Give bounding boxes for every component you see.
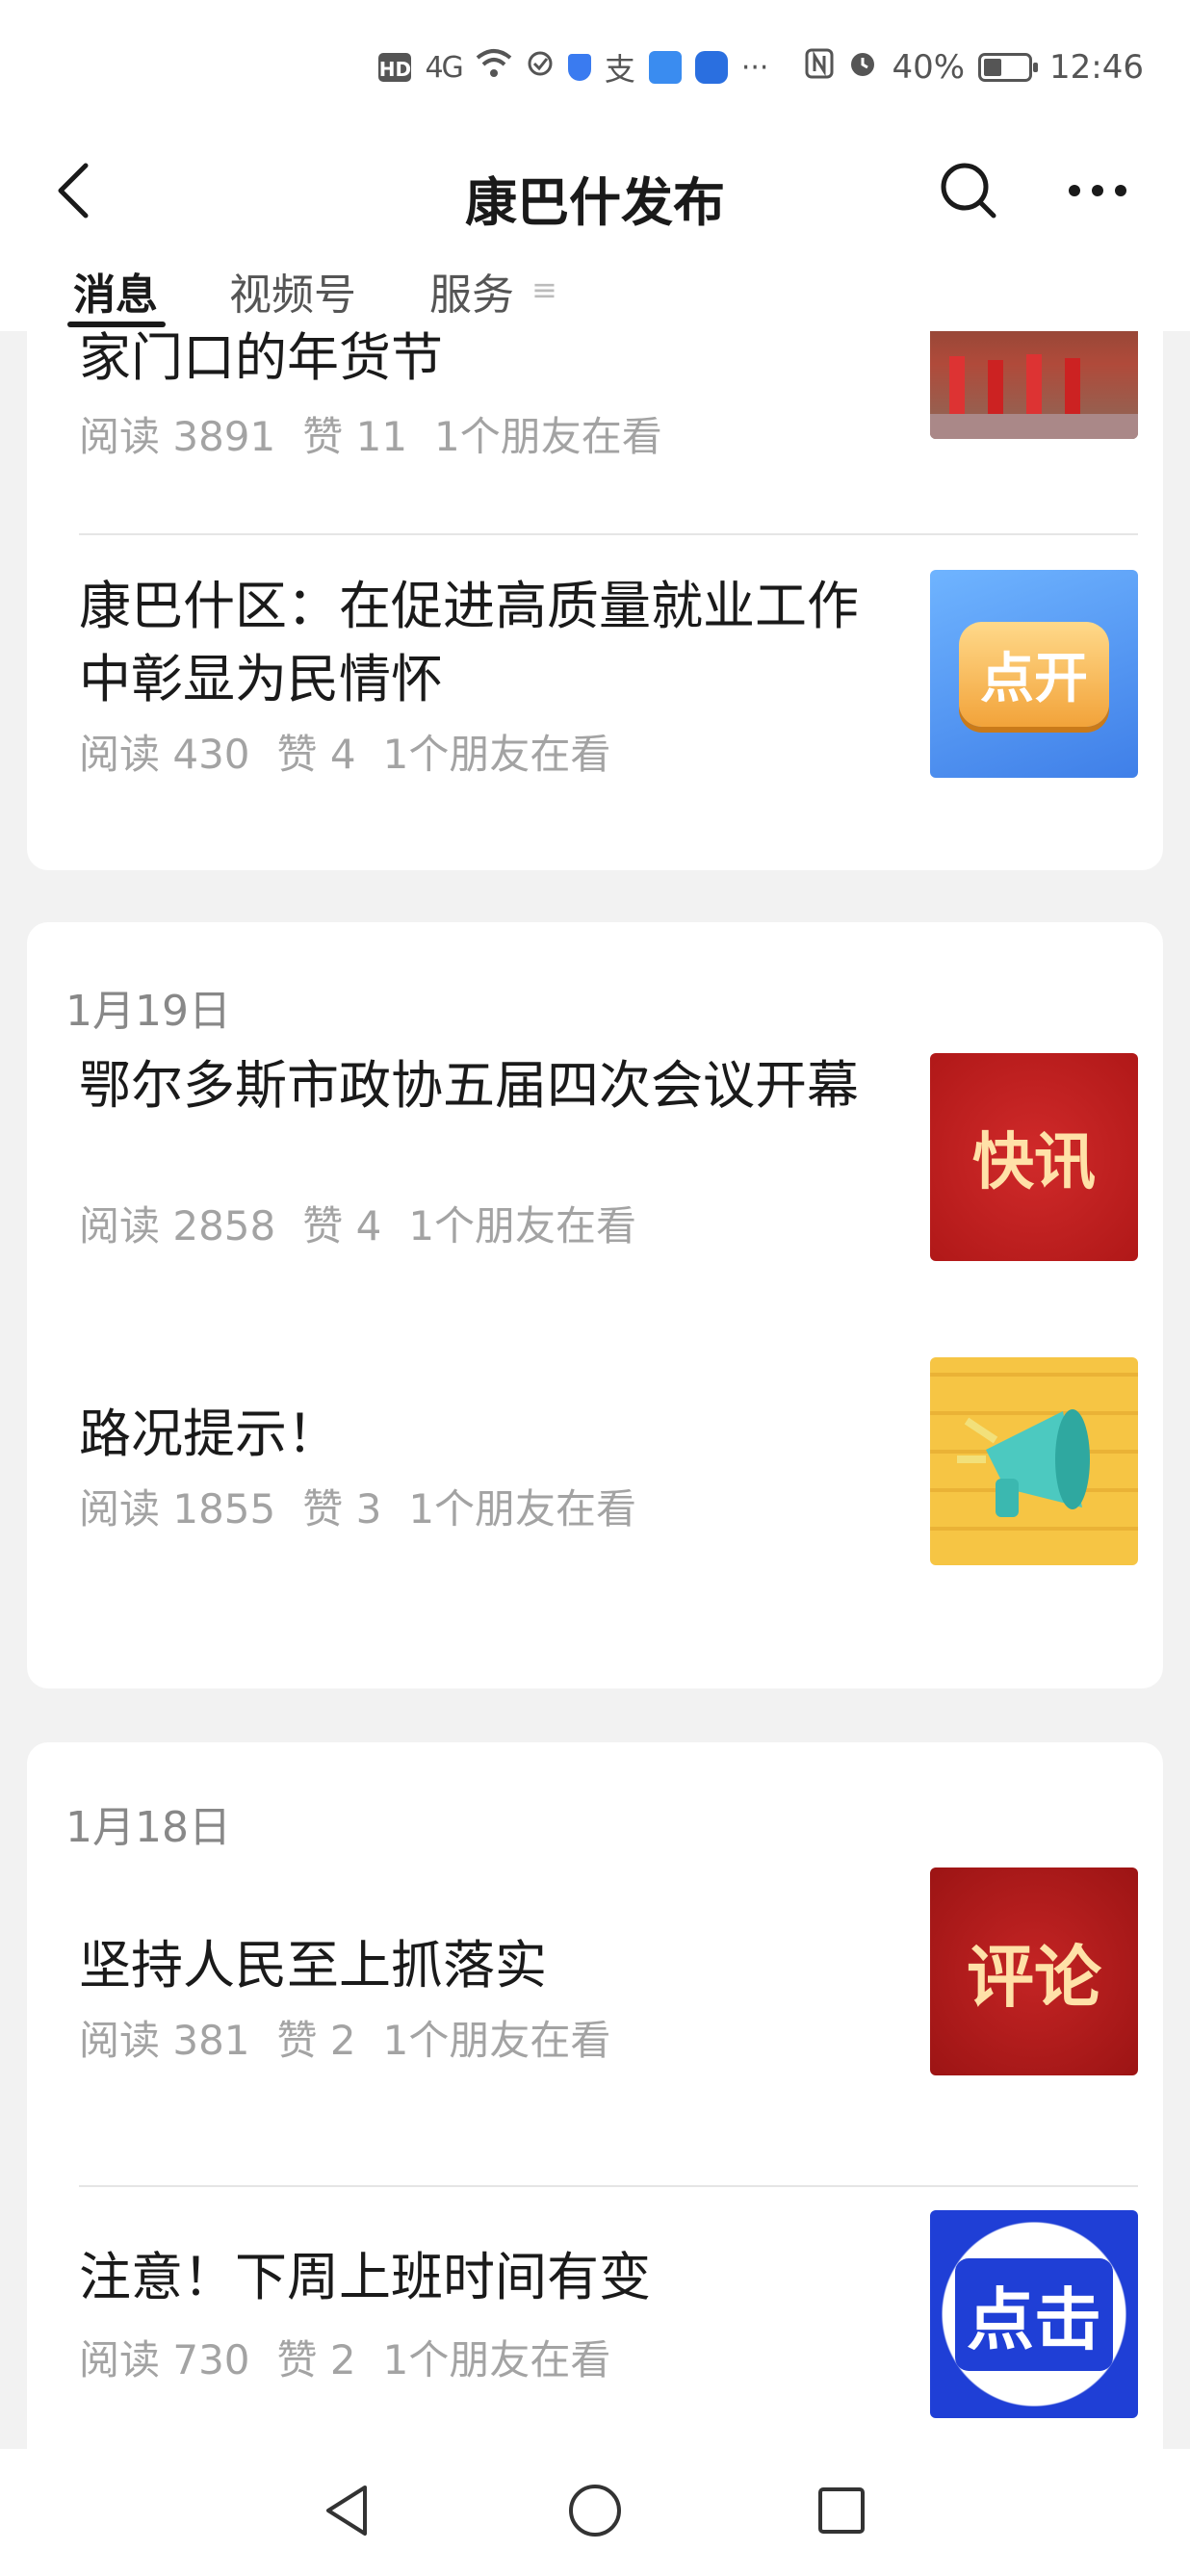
group-date: 1月19日 [65,987,231,1036]
article-item[interactable]: 坚持人民至上抓落实 阅读 381 赞 2 1个朋友在看 评论 [79,1868,1138,2156]
article-item[interactable]: 路况提示！ 阅读 1855 赞 3 1个朋友在看 [79,1336,1138,1654]
article-meta: 阅读 2858 赞 4 1个朋友在看 [79,1194,663,1252]
article-title: 坚持人民至上抓落实 [79,1935,547,1996]
battery-percent: 40% [892,48,966,87]
more-dots-icon [1067,183,1128,202]
tab-services[interactable]: 服务 [429,260,514,322]
article-thumbnail: 点击 [930,2210,1138,2418]
like-count: 赞 3 [302,1485,382,1533]
like-count: 赞 2 [276,2017,356,2064]
article-item[interactable]: 注意！下周上班时间有变 阅读 730 赞 2 1个朋友在看 点击 [79,2187,1138,2449]
message-group: 1月18日 坚持人民至上抓落实 阅读 381 赞 2 1个朋友在看 评论 注意！下周… [27,1742,1163,2449]
like-count: 赞 11 [302,413,408,460]
friends-watching: 1个朋友在看 [408,1202,637,1249]
article-title: 康巴什区：在促进高质量就业工作中彰显为民情怀 [79,576,859,709]
article-title: 路况提示！ [79,1404,339,1464]
thumbnail-text: 评论 [967,1936,1101,2017]
like-count: 赞 4 [302,1202,382,1249]
like-count: 赞 2 [276,2336,356,2383]
search-button[interactable] [932,156,1005,229]
tab-bar: 消息 视频号 服务 ≡ [0,250,1190,331]
nav-back-button[interactable] [308,2474,385,2551]
triangle-back-icon [323,2484,371,2541]
nfc-icon [805,48,834,88]
weather-icon [648,51,682,84]
article-meta: 阅读 730 赞 2 1个朋友在看 [79,2328,637,2386]
article-thumbnail: 点开 [930,570,1138,778]
read-count: 阅读 430 [79,731,250,778]
more-button[interactable] [1061,156,1134,229]
square-recents-icon [816,2486,867,2539]
friends-watching: 1个朋友在看 [382,2017,611,2064]
message-list: 家门口的年货节 阅读 3891 赞 11 1个朋友在看 康巴什区：在促进高质量就业工… [0,331,1190,2449]
article-title: 鄂尔多斯市政协五届四次会议开幕 [79,1055,859,1116]
alipay-icon: 支 [604,51,635,88]
article-thumbnail: 评论 [930,1868,1138,2075]
wifi-icon [476,48,512,88]
article-item[interactable]: 康巴什区：在促进高质量就业工作中彰显为民情怀 阅读 430 赞 4 1个朋友在看 点… [79,535,1138,870]
friends-watching: 1个朋友在看 [382,2336,611,2383]
nav-home-button[interactable] [556,2474,634,2551]
tab-messages[interactable]: 消息 [73,260,158,322]
thumbnail-text: 点开 [959,621,1109,727]
tab-channels[interactable]: 视频号 [229,260,356,322]
group-date: 1月18日 [65,1803,231,1852]
article-thumbnail: 快讯 [930,1053,1138,1261]
message-group-continued: 路况提示！ 阅读 1855 赞 3 1个朋友在看 [27,1327,1163,1688]
header: 康巴什发布 [0,135,1190,250]
megaphone-icon [938,1363,1130,1559]
read-count: 阅读 1855 [79,1485,276,1533]
signal-icon: 4G [425,50,463,85]
friends-watching: 1个朋友在看 [382,731,611,778]
alarm-icon [847,48,878,88]
friends-watching: 1个朋友在看 [434,413,662,460]
nav-recents-button[interactable] [803,2474,880,2551]
bulb-icon [694,51,728,84]
message-group: 家门口的年货节 阅读 3891 赞 11 1个朋友在看 康巴什区：在促进高质量就业工… [27,331,1163,870]
article-meta: 阅读 381 赞 2 1个朋友在看 [79,2008,637,2067]
notification-icon [526,48,555,87]
circle-home-icon [567,2483,623,2542]
article-item[interactable]: 鄂尔多斯市政协五届四次会议开幕 阅读 2858 赞 4 1个朋友在看 快讯 [79,1053,1138,1332]
read-count: 阅读 730 [79,2336,250,2383]
tab-active-indicator [67,322,166,327]
friends-watching: 1个朋友在看 [408,1485,637,1533]
more-status-icon: ··· [740,50,769,85]
article-meta: 阅读 430 赞 4 1个朋友在看 [79,722,637,781]
article-title: 家门口的年货节 [79,331,443,388]
article-thumbnail [930,331,1138,439]
article-meta: 阅读 1855 赞 3 1个朋友在看 [79,1477,663,1535]
search-icon [938,160,999,225]
read-count: 阅读 381 [79,2017,250,2064]
tab-overflow-icon: ≡ [531,271,557,308]
status-bar: HD 4G 支 ··· 40% 12:46 [0,0,1190,135]
article-item[interactable]: 家门口的年货节 阅读 3891 赞 11 1个朋友在看 [79,331,1138,533]
article-title: 注意！下周上班时间有变 [79,2247,651,2307]
page-title: 康巴什发布 [465,172,725,233]
like-count: 赞 4 [276,731,356,778]
shield-icon [567,54,591,81]
clock: 12:46 [1049,48,1144,87]
read-count: 阅读 2858 [79,1202,276,1249]
thumbnail-text: 快讯 [972,1126,1096,1198]
thumbnail-text: 点击 [955,2257,1113,2371]
article-thumbnail [930,1357,1138,1565]
system-nav-bar [0,2449,1190,2576]
battery-icon [978,53,1039,82]
read-count: 阅读 3891 [79,413,276,460]
article-meta: 阅读 3891 赞 11 1个朋友在看 [79,404,689,463]
hd-icon: HD [378,53,412,82]
message-group: 1月19日 鄂尔多斯市政协五届四次会议开幕 阅读 2858 赞 4 1个朋友在看 快… [27,922,1163,1375]
